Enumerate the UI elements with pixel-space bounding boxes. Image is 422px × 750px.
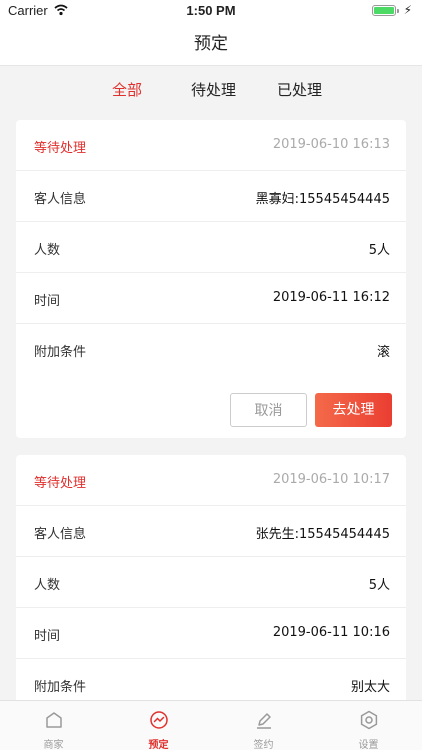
time-label: 时间 — [34, 294, 61, 309]
filter-tabs: 全部 待处理 已处理 — [0, 66, 422, 112]
tabbar-item-settings[interactable]: 设置 — [316, 701, 421, 750]
time-value: 2019-06-11 10:16 — [272, 625, 390, 640]
count-row: 人数 5人 — [16, 557, 406, 608]
guest-label: 客人信息 — [34, 527, 87, 542]
cancel-button[interactable]: 取消 — [230, 393, 307, 427]
count-label: 人数 — [34, 243, 61, 258]
extra-row: 附加条件 滚 — [16, 324, 406, 375]
tabbar-item-booking[interactable]: 预定 — [106, 701, 211, 750]
extra-label: 附加条件 — [34, 680, 87, 695]
tab-pending[interactable]: 待处理 — [191, 79, 236, 100]
tabbar-label: 设置 — [358, 740, 379, 750]
bottom-tab-bar: 商家 预定 签约 设置 — [0, 700, 422, 750]
count-label: 人数 — [34, 578, 61, 593]
order-card: 等待处理 2019-06-10 10:17 客人信息 张先生:155454544… — [16, 455, 406, 715]
pen-icon — [257, 713, 271, 729]
time-value: 2019-06-11 16:12 — [272, 290, 390, 305]
status-bar: Carrier 1:50 PM ⚡ — [0, 0, 422, 22]
page-title: 预定 — [194, 34, 228, 54]
guest-value: 张先生:15545454445 — [255, 527, 390, 542]
battery-icon — [372, 5, 399, 16]
order-header: 等待处理 2019-06-10 10:17 — [16, 455, 406, 506]
home-icon — [46, 712, 62, 728]
count-value: 5人 — [368, 578, 390, 593]
clock: 1:50 PM — [186, 3, 236, 18]
time-row: 时间 2019-06-11 16:12 — [16, 273, 406, 324]
guest-row: 客人信息 黑寡妇:15545454445 — [16, 171, 406, 222]
created-time: 2019-06-10 16:13 — [272, 137, 390, 152]
guest-label: 客人信息 — [34, 192, 87, 207]
guest-value: 黑寡妇:15545454445 — [255, 192, 390, 207]
created-time: 2019-06-10 10:17 — [272, 472, 390, 487]
time-row: 时间 2019-06-11 10:16 — [16, 608, 406, 659]
order-actions: 取消 去处理 — [16, 375, 406, 437]
trend-icon — [150, 711, 168, 729]
tabbar-label: 签约 — [253, 740, 274, 750]
count-value: 5人 — [368, 243, 390, 258]
gear-icon — [360, 710, 378, 730]
status-badge: 等待处理 — [34, 476, 87, 491]
guest-row: 客人信息 张先生:15545454445 — [16, 506, 406, 557]
bolt-icon: ⚡ — [403, 3, 412, 17]
extra-label: 附加条件 — [34, 345, 87, 360]
tabbar-item-contract[interactable]: 签约 — [211, 701, 316, 750]
order-card: 等待处理 2019-06-10 16:13 客人信息 黑寡妇:155454544… — [16, 120, 406, 438]
tab-processed[interactable]: 已处理 — [277, 79, 322, 100]
extra-value: 滚 — [376, 345, 390, 360]
count-row: 人数 5人 — [16, 222, 406, 273]
time-label: 时间 — [34, 629, 61, 644]
nav-bar: 预定 — [0, 22, 422, 66]
extra-value: 别太大 — [350, 680, 390, 695]
status-badge: 等待处理 — [34, 141, 87, 156]
tabbar-label: 商家 — [43, 740, 64, 750]
tabbar-label: 预定 — [148, 740, 169, 750]
tabbar-item-merchant[interactable]: 商家 — [1, 701, 106, 750]
process-button[interactable]: 去处理 — [315, 393, 392, 427]
tab-all[interactable]: 全部 — [112, 79, 142, 100]
order-header: 等待处理 2019-06-10 16:13 — [16, 120, 406, 171]
